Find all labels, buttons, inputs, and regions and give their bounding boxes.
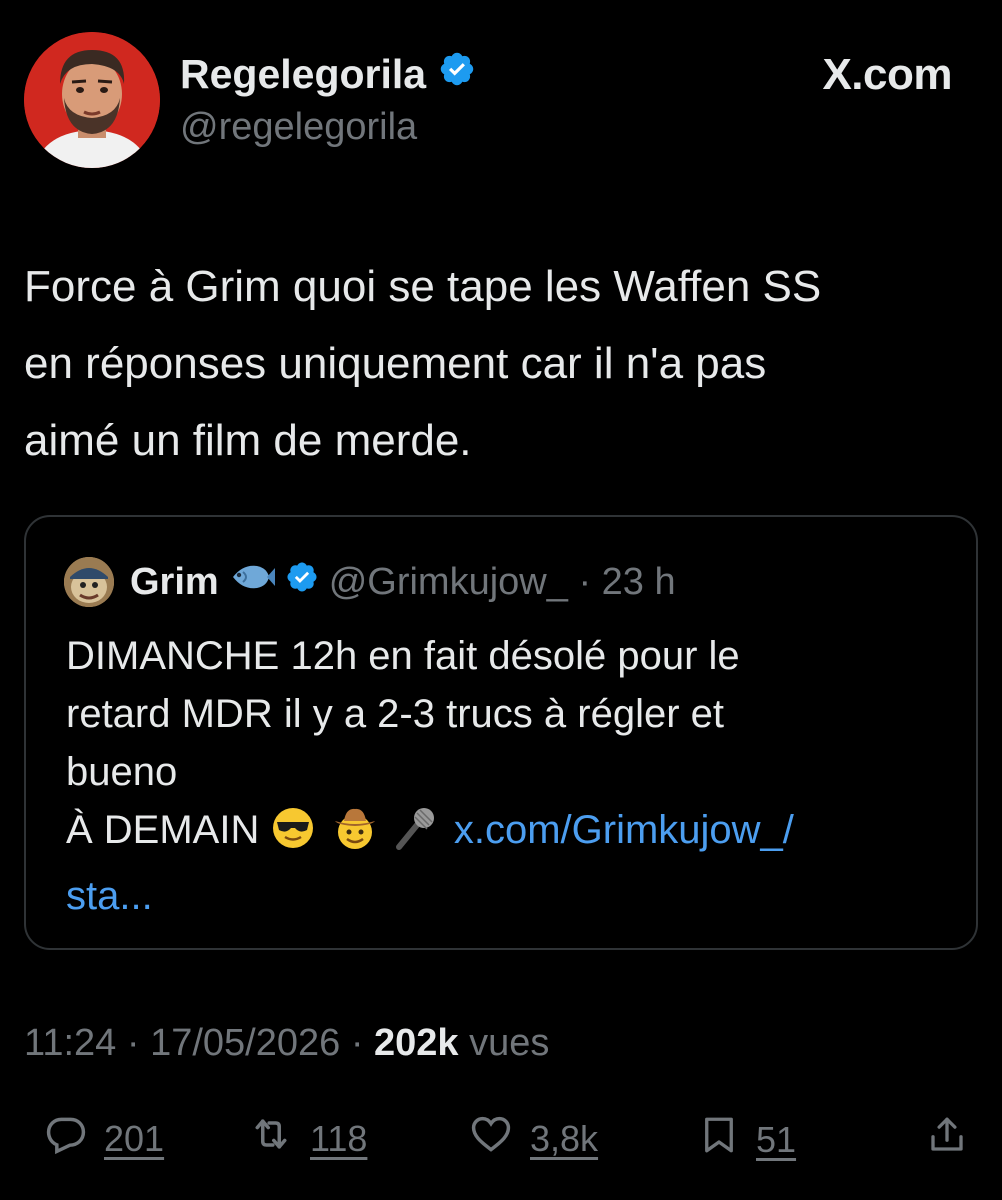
tweet-line: aimé un film de merde. — [24, 416, 472, 465]
share-button[interactable] — [926, 1112, 968, 1167]
tweet-line: en réponses uniquement car il n'a pas — [24, 339, 767, 388]
tweet-date[interactable]: 17/05/2026 — [150, 1022, 340, 1064]
quoted-handle[interactable]: @Grimkujow_ · 23 h — [329, 561, 676, 604]
separator-dot: · — [350, 1022, 364, 1064]
bookmark-icon — [698, 1112, 740, 1167]
display-name[interactable]: Regelegorila — [180, 51, 426, 98]
quoted-handle-text[interactable]: @Grimkujow_ — [329, 561, 568, 603]
microphone-icon — [393, 805, 439, 867]
quoted-tweet-card[interactable]: Grim @Grimkujow_ · 23 h DIMANCHE 12h en … — [24, 515, 978, 950]
separator-dot: · — [126, 1022, 140, 1064]
quoted-tweet-text: DIMANCHE 12h en fait désolé pour le reta… — [66, 627, 956, 925]
bookmark-button[interactable]: 51 — [698, 1112, 796, 1167]
reply-button[interactable]: 201 — [44, 1112, 164, 1165]
share-icon — [926, 1112, 968, 1167]
like-count: 3,8k — [530, 1117, 599, 1159]
tweet-time[interactable]: 11:24 — [24, 1022, 116, 1064]
quoted-link[interactable]: x.com/Grimkujow_/ — [454, 808, 794, 852]
quoted-link-continued[interactable]: sta... — [66, 867, 956, 925]
separator-dot: · — [578, 560, 592, 603]
repost-icon — [248, 1112, 294, 1165]
tweet-line: Force à Grim quoi se tape les Waffen SS — [24, 262, 822, 311]
quoted-line: DIMANCHE 12h en fait désolé pour le — [66, 634, 740, 678]
profile-avatar[interactable] — [24, 32, 160, 168]
verified-badge-icon — [438, 50, 476, 98]
quoted-line: bueno — [66, 750, 178, 794]
repost-button[interactable]: 118 — [248, 1112, 367, 1165]
cowboy-face-icon — [332, 805, 378, 867]
heart-icon — [468, 1112, 514, 1165]
fish-emoji-icon — [229, 560, 275, 604]
quoted-line: retard MDR il y a 2-3 trucs à régler et — [66, 692, 724, 736]
action-bar: 201 118 3,8k 51 — [44, 1112, 974, 1172]
repost-count: 118 — [310, 1117, 368, 1159]
user-handle[interactable]: @regelegorila — [180, 106, 417, 149]
reply-icon — [44, 1112, 88, 1165]
views-count: 202k — [374, 1022, 459, 1064]
sunglasses-face-icon — [270, 805, 316, 867]
tweet-meta: 11:24 · 17/05/2026 · 202k vues — [24, 1022, 549, 1065]
reply-count: 201 — [104, 1117, 165, 1159]
quoted-line-last: À DEMAIN x.com/Grimkujow_/ — [66, 801, 956, 867]
quoted-time[interactable]: 23 h — [602, 561, 676, 603]
display-name-row[interactable]: Regelegorila — [180, 50, 476, 98]
quoted-tweet-header: Grim @Grimkujow_ · 23 h — [64, 557, 676, 607]
tweet-screenshot: Regelegorila @regelegorila X.com Force à… — [0, 0, 1002, 1200]
tweet-text: Force à Grim quoi se tape les Waffen SS … — [24, 248, 974, 479]
quoted-display-name[interactable]: Grim — [130, 561, 219, 604]
bookmark-count: 51 — [756, 1118, 797, 1160]
brand-label: X.com — [822, 50, 952, 100]
brand-text: X.com — [822, 50, 952, 99]
like-button[interactable]: 3,8k — [468, 1112, 598, 1165]
quoted-verified-badge-icon — [285, 560, 319, 604]
quoted-last-text: À DEMAIN — [66, 808, 260, 852]
quoted-avatar[interactable] — [64, 557, 114, 607]
views-label: vues — [469, 1022, 550, 1064]
